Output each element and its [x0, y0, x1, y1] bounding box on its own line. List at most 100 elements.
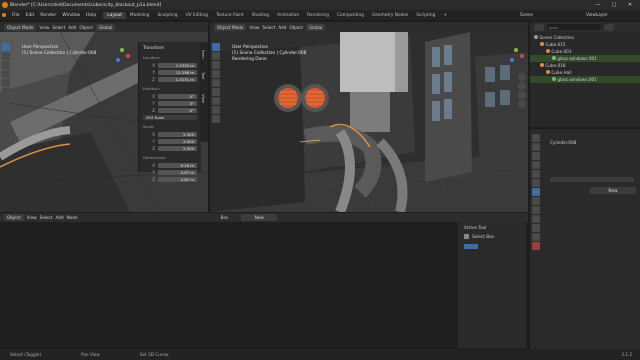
tab-layout[interactable]: Layout — [103, 11, 126, 19]
zoom-icon[interactable] — [518, 73, 526, 81]
tab-animation[interactable]: Animation — [273, 12, 303, 19]
viewport2-object-menu[interactable]: Object — [289, 25, 303, 30]
dimensions-x-field[interactable]: 9.26 m — [158, 162, 197, 168]
rotation-mode-select[interactable]: XYZ Euler — [143, 114, 197, 120]
viewport2-mode-select[interactable]: Object Mode — [214, 23, 247, 31]
cursor-tool-icon[interactable] — [2, 52, 10, 60]
viewport2-view-menu[interactable]: View — [249, 25, 259, 30]
location-y-row[interactable]: Y 12.298 m — [143, 69, 197, 75]
modifier-properties-icon[interactable] — [532, 197, 540, 205]
transform-tool-icon[interactable] — [2, 88, 10, 96]
gizmo-z-axis-icon[interactable] — [510, 58, 514, 62]
viewport1-add-menu[interactable]: Add — [68, 25, 76, 30]
menu-window[interactable]: Window — [59, 13, 83, 18]
outliner-item-scene-collection[interactable]: Scene Collection — [530, 34, 640, 41]
physics-properties-icon[interactable] — [532, 215, 540, 223]
minimize-button[interactable]: — — [590, 0, 606, 10]
tab-scripting[interactable]: Scripting — [412, 12, 439, 19]
menu-help[interactable]: Help — [83, 13, 99, 18]
particles-properties-icon[interactable] — [532, 206, 540, 214]
bottom-box-select[interactable]: Box — [221, 215, 229, 220]
move-tool-icon[interactable] — [212, 61, 220, 69]
outliner-search-input[interactable] — [547, 24, 601, 30]
rotation-z-row[interactable]: Z 0° — [143, 107, 197, 113]
outliner-filter-icon[interactable] — [604, 23, 614, 31]
tool-properties-icon[interactable] — [532, 134, 540, 142]
dimensions-x-row[interactable]: X 9.26 m — [143, 162, 197, 168]
rotation-x-field[interactable]: 0° — [158, 93, 197, 99]
bottom-select-menu[interactable]: Select — [40, 215, 53, 220]
tab-shading[interactable]: Shading — [248, 12, 273, 19]
tab-view[interactable]: View — [201, 94, 206, 103]
gizmo-z-axis-icon[interactable] — [116, 58, 120, 62]
select-box-tool-icon[interactable] — [2, 43, 10, 51]
add-cube-tool-icon[interactable] — [2, 115, 10, 123]
bottom-mode-select[interactable]: Object — [4, 214, 24, 221]
rotation-z-field[interactable]: 0° — [158, 107, 197, 113]
outliner-item-cube-018[interactable]: Cube.018 — [530, 62, 640, 69]
annotate-tool-icon[interactable] — [212, 97, 220, 105]
annotate-tool-icon[interactable] — [2, 97, 10, 105]
rotate-tool-icon[interactable] — [212, 70, 220, 78]
scene-selector[interactable]: Scene — [520, 12, 533, 17]
scale-x-row[interactable]: X 2.500 — [143, 131, 197, 137]
scale-z-row[interactable]: Z 2.500 — [143, 145, 197, 151]
outliner-item-glass-windows-2[interactable]: glass.windows.001 — [530, 76, 640, 83]
tab-texture-paint[interactable]: Texture Paint — [212, 12, 248, 19]
data-properties-icon[interactable] — [532, 233, 540, 241]
scene-properties-icon[interactable] — [532, 170, 540, 178]
outliner-item-cube-hall[interactable]: Cube.Hall — [530, 69, 640, 76]
cursor-tool-icon[interactable] — [212, 52, 220, 60]
viewport1-view-menu[interactable]: View — [39, 25, 49, 30]
measure-tool-icon[interactable] — [2, 106, 10, 114]
outliner-item-glass-windows-1[interactable]: glass.windows.001 — [530, 55, 640, 62]
output-properties-icon[interactable] — [532, 152, 540, 160]
viewport2-navigation-gizmo[interactable] — [506, 46, 526, 66]
properties-field-bar[interactable] — [550, 177, 634, 182]
scale-x-field[interactable]: 2.500 — [158, 131, 197, 137]
bottom-add-menu[interactable]: Add — [56, 215, 64, 220]
selection-mode-icons[interactable] — [464, 244, 478, 249]
menu-render[interactable]: Render — [37, 13, 59, 18]
gizmo-y-axis-icon[interactable] — [120, 48, 124, 52]
scale-y-row[interactable]: Y 2.500 — [143, 138, 197, 144]
outliner-display-mode-icon[interactable] — [534, 23, 544, 31]
close-button[interactable]: ✕ — [622, 0, 638, 10]
constraints-properties-icon[interactable] — [532, 224, 540, 232]
blender-menu-icon[interactable] — [2, 13, 6, 17]
location-z-row[interactable]: Z 1.3131 m — [143, 76, 197, 82]
tab-geometry-nodes[interactable]: Geometry Nodes — [368, 12, 412, 19]
gizmo-x-axis-icon[interactable] — [520, 54, 524, 58]
dimensions-z-row[interactable]: Z 4.82 m — [143, 176, 197, 182]
render-properties-icon[interactable] — [532, 143, 540, 151]
viewlayer-selector[interactable]: ViewLayer — [586, 12, 608, 17]
viewport2-select-menu[interactable]: Select — [262, 25, 275, 30]
view-layer-properties-icon[interactable] — [532, 161, 540, 169]
object-properties-icon[interactable] — [532, 188, 540, 196]
tab-uv-editing[interactable]: UV Editing — [182, 12, 212, 19]
world-properties-icon[interactable] — [532, 179, 540, 187]
rotate-tool-icon[interactable] — [2, 70, 10, 78]
viewport2-add-menu[interactable]: Add — [278, 25, 286, 30]
rotation-y-field[interactable]: 0° — [158, 100, 197, 106]
dimensions-z-field[interactable]: 4.82 m — [158, 176, 197, 182]
location-y-field[interactable]: 12.298 m — [158, 69, 197, 75]
rotation-x-row[interactable]: X 0° — [143, 93, 197, 99]
gizmo-x-axis-icon[interactable] — [126, 54, 130, 58]
viewport1-object-menu[interactable]: Object — [79, 25, 93, 30]
camera-view-icon[interactable] — [518, 91, 526, 99]
menu-edit[interactable]: Edit — [23, 13, 38, 18]
outliner-item-cube-003[interactable]: Cube.003 — [530, 48, 640, 55]
rotation-mode-row[interactable]: XYZ Euler — [143, 114, 197, 120]
location-x-row[interactable]: X 1.2335 m — [143, 62, 197, 68]
tab-rendering[interactable]: Rendering — [303, 12, 333, 19]
location-x-field[interactable]: 1.2335 m — [158, 62, 197, 68]
scale-tool-icon[interactable] — [212, 79, 220, 87]
pan-hand-icon[interactable] — [518, 82, 526, 90]
rotation-y-row[interactable]: Y 0° — [143, 100, 197, 106]
viewport1-orientation-select[interactable]: Global — [96, 23, 116, 31]
scale-y-field[interactable]: 2.500 — [158, 138, 197, 144]
tab-tool[interactable]: Tool — [201, 72, 206, 79]
add-cube-tool-icon[interactable] — [212, 115, 220, 123]
dimensions-y-row[interactable]: Y 4.67 m — [143, 169, 197, 175]
